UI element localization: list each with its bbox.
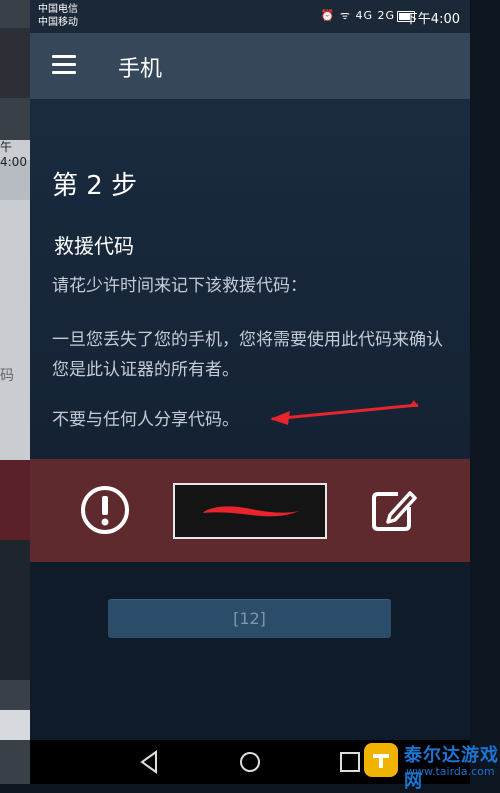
alert-icon[interactable] [80,485,130,535]
lower-panel: [12] [30,562,470,740]
background-card [0,540,30,680]
background-card [0,28,30,98]
home-icon[interactable] [236,748,264,776]
back-icon[interactable] [136,748,164,776]
background-card [0,460,30,540]
red-arrow-annotation [270,400,419,425]
rescue-code-bar [30,459,470,562]
status-icons: ⏰ ᯤ 4G 2G [320,9,395,22]
main-content: 第 2 步 救援代码 请花少许时间来记下该救援代码： 一旦您丢失了您的手机，您将… [30,99,470,459]
background-time: 午4:00 [0,140,27,169]
background-text: 码 [0,368,14,384]
edit-icon[interactable] [368,485,418,535]
section-title: 救援代码 [54,234,134,258]
carrier-info: 中国电信 中国移动 [38,3,78,29]
continue-button[interactable]: [12] [108,599,391,638]
instruction-text: 请花少许时间来记下该救援代码： [52,276,307,296]
page-title: 手机 [118,57,163,82]
rescue-code-box [173,483,327,539]
hamburger-menu-icon[interactable] [52,55,76,75]
carrier-1: 中国电信 [38,4,78,15]
background-app-strip: 午4:00 码 [0,0,30,784]
status-time: 下午4:00 [404,12,460,27]
redaction-scribble [203,506,299,517]
carrier-2: 中国移动 [38,17,78,28]
step-title: 第 2 步 [52,171,138,201]
warning-text: 一旦您丢失了您的手机，您将需要使用此代码来确认您是此认证器的所有者。 [52,330,443,380]
watermark-url: www.tairda.com [406,765,495,778]
app-bar: 手机 [30,33,470,99]
watermark-logo-icon [364,743,398,777]
watermark: 泰尔达游戏网 www.tairda.com [358,735,500,792]
status-bar: 中国电信 中国移动 ⏰ ᯤ 4G 2G 下午4:00 [30,0,470,33]
background-card [0,710,30,740]
